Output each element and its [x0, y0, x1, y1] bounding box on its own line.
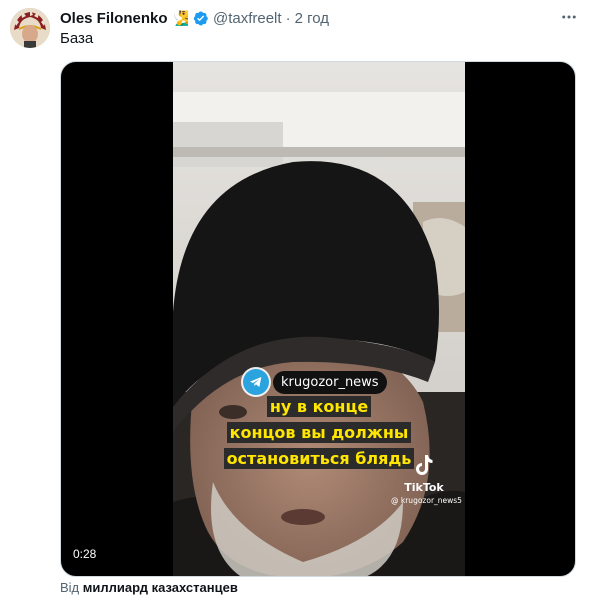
- avatar[interactable]: [10, 8, 50, 48]
- video-overlay: krugozor_news ну в конце концов вы должн…: [173, 62, 465, 576]
- telegram-icon: [243, 369, 269, 395]
- video-duration: 0:28: [73, 547, 97, 561]
- separator: ·: [285, 9, 291, 27]
- attribution-source[interactable]: миллиард казахстанцев: [83, 580, 238, 595]
- tweet: Oles Filonenko 🧏‍♂️ @taxfreelt · 2 год Б…: [0, 0, 600, 595]
- caption-line-1: ну в конце: [173, 396, 465, 418]
- author-handle[interactable]: @taxfreelt: [213, 10, 282, 27]
- tweet-text: База: [60, 30, 94, 47]
- more-button[interactable]: [556, 4, 582, 30]
- tweet-header: Oles Filonenko 🧏‍♂️ @taxfreelt · 2 год: [60, 7, 329, 29]
- caption-line-2: концов вы должны: [173, 422, 465, 444]
- video-attribution: Від миллиард казахстанцев: [60, 580, 238, 595]
- tiktok-watermark: TikTok @ krugozor_news5: [391, 454, 462, 505]
- telegram-badge: krugozor_news: [243, 368, 387, 396]
- author-name[interactable]: Oles Filonenko: [60, 10, 168, 27]
- telegram-channel: krugozor_news: [273, 370, 387, 394]
- more-icon: [562, 15, 576, 19]
- tiktok-icon: [416, 455, 433, 475]
- verified-badge-icon: [193, 11, 208, 25]
- attribution-prefix: Від: [60, 580, 80, 595]
- avatar-image: [10, 8, 50, 48]
- video-frame: krugozor_news ну в конце концов вы должн…: [173, 62, 465, 576]
- author-emoji: 🧏‍♂️: [171, 10, 189, 26]
- timestamp[interactable]: 2 год: [295, 10, 329, 27]
- tiktok-user: @ krugozor_news5: [391, 496, 462, 505]
- video-player[interactable]: krugozor_news ну в конце концов вы должн…: [60, 61, 576, 577]
- tiktok-brand: TikTok: [404, 481, 444, 494]
